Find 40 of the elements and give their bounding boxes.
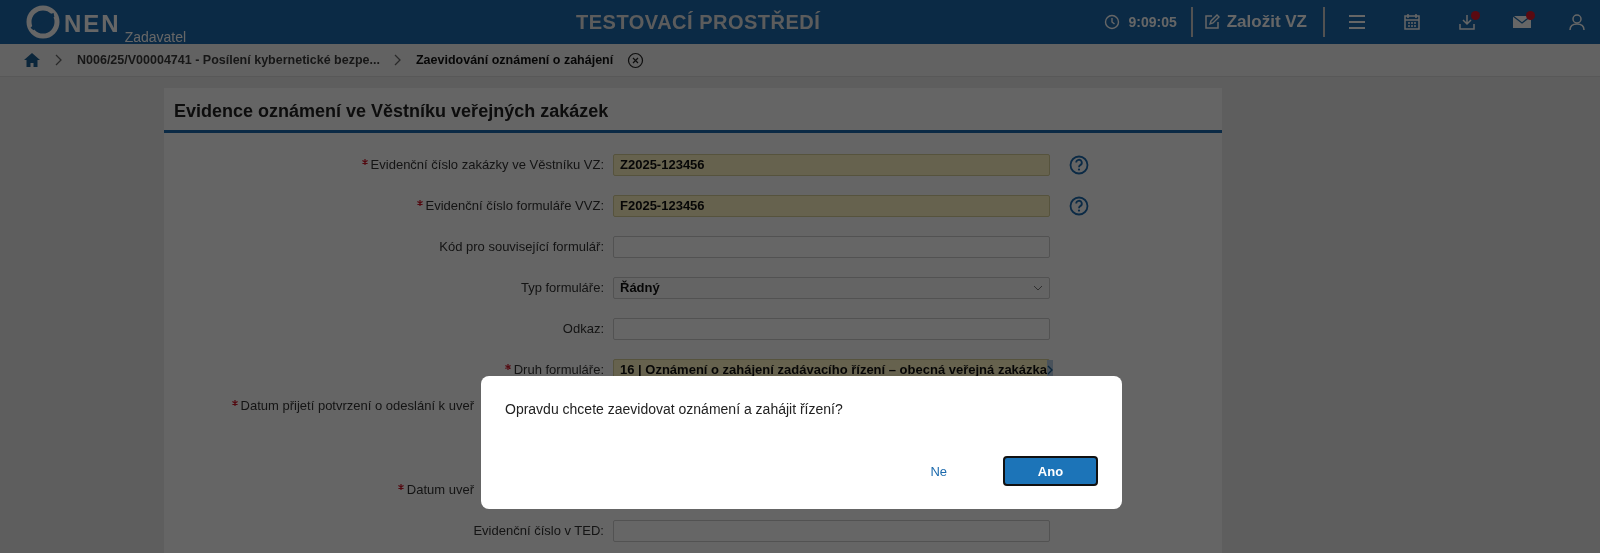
dialog-message: Opravdu chcete zaevidovat oznámení a zahájit řízení? bbox=[505, 401, 843, 417]
notification-dot bbox=[1471, 11, 1480, 20]
home-icon[interactable] bbox=[23, 52, 41, 68]
cancel-button[interactable]: Ne bbox=[922, 459, 955, 483]
clock-time: 9:09:05 bbox=[1128, 14, 1177, 30]
envelope-icon bbox=[1511, 14, 1532, 30]
edit-icon bbox=[1202, 13, 1221, 31]
calendar-icon bbox=[1402, 13, 1421, 31]
field-label: Evidenční číslo zakázky ve Věstníku VZ: bbox=[370, 157, 604, 172]
clock-icon bbox=[1104, 14, 1121, 30]
notification-dot bbox=[1526, 11, 1535, 20]
form-title: Evidence oznámení ve Věstníku veřejných zakázek bbox=[164, 88, 1222, 133]
create-button[interactable]: Založit VZ bbox=[1200, 12, 1315, 32]
chevron-icon bbox=[393, 54, 402, 66]
chevron-icon bbox=[55, 54, 63, 66]
field-label: Odkaz: bbox=[562, 321, 604, 336]
field-label: Evidenční číslo formuláře VVZ: bbox=[425, 198, 604, 213]
confirm-button[interactable]: Ano bbox=[1003, 456, 1098, 486]
download-icon bbox=[1457, 13, 1476, 31]
field-label: Datum uveř bbox=[406, 482, 474, 497]
logo-text: NEN bbox=[64, 9, 121, 39]
logo-subtitle: Zadavatel bbox=[124, 29, 187, 45]
input-field[interactable]: Z2025-123456 bbox=[613, 153, 1050, 176]
field-label: Evidenční číslo v TED: bbox=[473, 523, 604, 538]
help-icon[interactable] bbox=[1069, 195, 1089, 216]
logo-icon bbox=[26, 5, 60, 39]
user-icon bbox=[1567, 13, 1586, 31]
field-label: Kód pro související formulář: bbox=[439, 239, 604, 254]
breadcrumb-link[interactable]: N006/25/V00004741 - Posílení kybernetické bezpe... bbox=[77, 53, 380, 67]
breadcrumb-link[interactable]: Zaevidování oznámení o zahájení bbox=[415, 53, 614, 67]
input-field[interactable]: F2025-123456 bbox=[613, 194, 1050, 217]
field-label: Typ formuláře: bbox=[520, 280, 604, 295]
close-icon[interactable] bbox=[627, 51, 645, 69]
caret-icon bbox=[1033, 284, 1043, 291]
field-label: Druh formuláře: bbox=[513, 362, 604, 377]
environment-title: TESTOVACÍ PROSTŘEDÍ bbox=[576, 10, 822, 34]
dropdown-field[interactable]: Řádný bbox=[613, 276, 1050, 299]
menu-icon bbox=[1347, 14, 1366, 30]
field-label: Datum přijetí potvrzení o odeslání k uveř bbox=[240, 398, 474, 413]
help-icon[interactable] bbox=[1069, 154, 1089, 175]
